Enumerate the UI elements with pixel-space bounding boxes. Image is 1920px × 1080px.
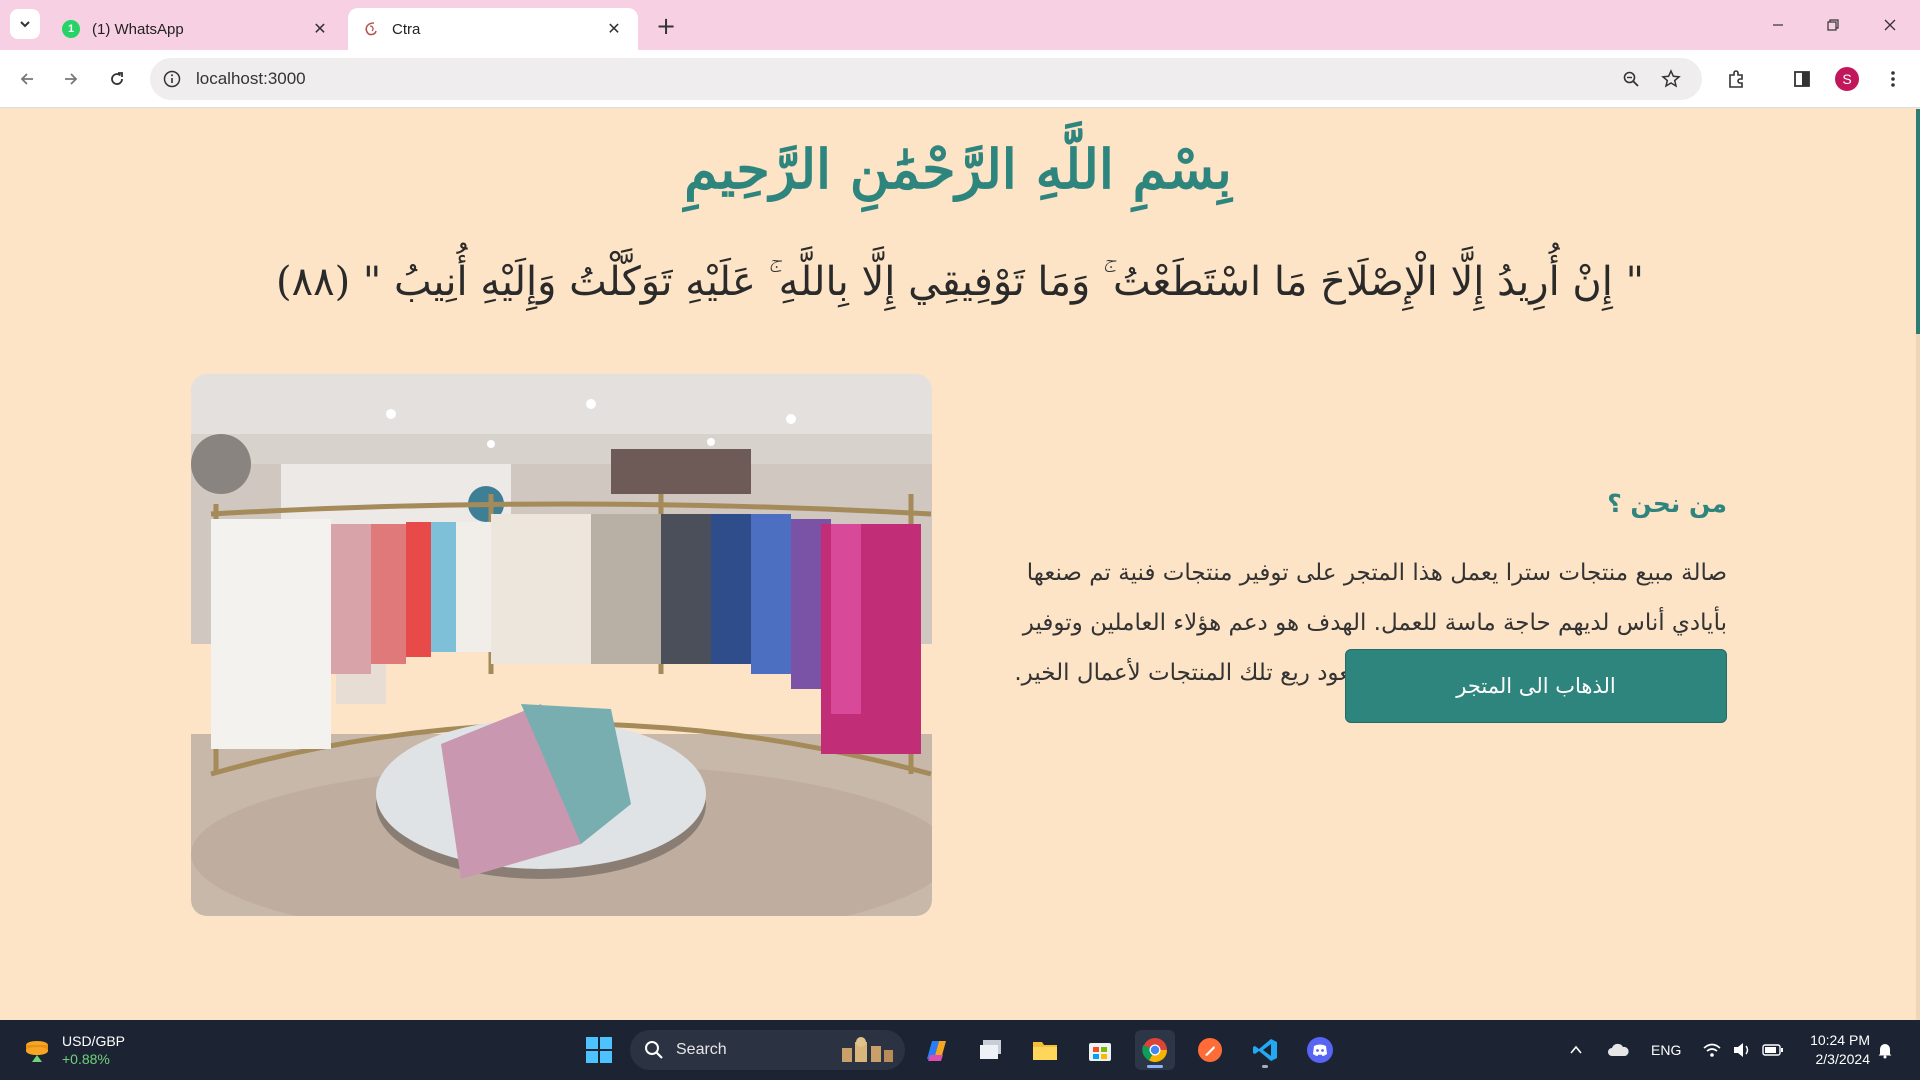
taskbar-app-vscode[interactable] (1245, 1030, 1285, 1070)
ticker-change: +0.88% (62, 1051, 110, 1067)
close-tab-icon[interactable]: ✕ (604, 19, 624, 39)
running-indicator (1262, 1065, 1268, 1068)
tab-title: (1) WhatsApp (92, 20, 184, 38)
active-indicator (1147, 1065, 1163, 1068)
forward-button[interactable] (56, 64, 86, 94)
minimize-icon (1773, 24, 1783, 26)
minimize-button[interactable] (1760, 10, 1796, 40)
tab-title: Ctra (392, 20, 421, 38)
taskbar-app-discord[interactable] (1300, 1030, 1340, 1070)
whatsapp-icon: 1 (62, 20, 80, 38)
taskbar-app-chrome[interactable] (1135, 1030, 1175, 1070)
tab-strip: 1 (1) WhatsApp ✕ Ctra ✕ + (0, 0, 1920, 50)
puzzle-icon (1729, 70, 1743, 88)
show-hidden-icons[interactable] (1568, 1020, 1584, 1080)
site-logo-icon (365, 22, 377, 36)
basmala-heading: بِسْمِ اللَّهِ الرَّحْمَٰنِ الرَّحِيمِ (684, 137, 1232, 201)
battery-icon[interactable] (1762, 1020, 1784, 1080)
new-tab-button[interactable]: + (652, 12, 680, 40)
folder-icon (1033, 1042, 1057, 1060)
task-view-icon (980, 1040, 1001, 1059)
taskbar-app-postman[interactable] (1190, 1030, 1230, 1070)
zoom-icon[interactable] (1620, 68, 1642, 90)
page-content: بِسْمِ اللَّهِ الرَّحْمَٰنِ الرَّحِيمِ "… (0, 109, 1916, 1020)
go-to-store-button[interactable]: الذهاب الى المتجر (1345, 649, 1727, 723)
menu-button[interactable] (1878, 64, 1908, 94)
close-window-button[interactable] (1872, 10, 1908, 40)
onedrive-icon[interactable] (1606, 1020, 1630, 1080)
start-button[interactable] (579, 1030, 619, 1070)
side-panel-icon (1794, 71, 1810, 87)
taskbar-app-copilot[interactable] (916, 1030, 956, 1070)
tab-ctra[interactable]: Ctra ✕ (348, 8, 638, 50)
side-panel-button[interactable] (1787, 64, 1817, 94)
store-icon (1089, 1043, 1111, 1061)
clock-time: 10:24 PM (1810, 1032, 1870, 1048)
chevron-down-icon (20, 21, 30, 28)
site-info-icon[interactable] (162, 69, 182, 89)
volume-icon[interactable] (1732, 1020, 1752, 1080)
taskbar: USD/GBP +0.88% Search ENG 10:24 PM 2/3/2… (0, 1020, 1920, 1080)
windows-logo-icon (586, 1037, 612, 1063)
taskbar-search[interactable]: Search (630, 1030, 905, 1070)
wifi-icon[interactable] (1702, 1020, 1722, 1080)
language-indicator[interactable]: ENG (1651, 1020, 1681, 1080)
clock-date: 2/3/2024 (1815, 1051, 1871, 1067)
bookmark-star-icon[interactable] (1660, 68, 1682, 90)
scrollbar-thumb[interactable] (1916, 109, 1920, 334)
arrow-right-icon (65, 73, 78, 85)
browser-toolbar: localhost:3000 S (0, 50, 1920, 108)
search-highlight-icon (842, 1037, 893, 1062)
notifications-bell-icon[interactable] (1876, 1020, 1894, 1080)
extensions-button[interactable] (1721, 64, 1751, 94)
page-scrollbar[interactable] (1916, 109, 1920, 1020)
clock[interactable]: 10:24 PM 2/3/2024 (1800, 1031, 1870, 1069)
taskbar-app-file-explorer[interactable] (1025, 1030, 1065, 1070)
reload-button[interactable] (102, 64, 132, 94)
postman-icon (1198, 1038, 1222, 1062)
taskbar-app-store[interactable] (1080, 1030, 1120, 1070)
tab-whatsapp[interactable]: 1 (1) WhatsApp ✕ (48, 8, 344, 50)
discord-icon (1307, 1037, 1333, 1063)
ticker-name: USD/GBP (62, 1033, 126, 1049)
copilot-icon (927, 1041, 946, 1061)
arrow-left-icon (20, 73, 33, 85)
store-photo (191, 374, 932, 916)
close-icon (1884, 19, 1896, 31)
vscode-icon (1253, 1039, 1277, 1061)
chevron-up-icon (1570, 1045, 1582, 1054)
search-icon (645, 1041, 663, 1059)
tab-search-button[interactable] (10, 9, 40, 39)
chrome-icon (1142, 1038, 1167, 1063)
more-vert-icon (1891, 71, 1895, 87)
close-tab-icon[interactable]: ✕ (310, 19, 330, 39)
restore-icon (1827, 19, 1839, 31)
address-bar[interactable]: localhost:3000 (150, 58, 1702, 100)
ticker-widget[interactable]: USD/GBP +0.88% (22, 1032, 125, 1068)
url-text[interactable]: localhost:3000 (196, 69, 306, 89)
currency-coins-icon (26, 1041, 48, 1062)
quran-verse: " إِنْ أُرِيدُ إِلَّا الْإِصْلَاحَ مَا ا… (276, 259, 1644, 305)
restore-button[interactable] (1815, 10, 1851, 40)
reload-icon (111, 72, 123, 85)
search-label: Search (676, 1041, 727, 1058)
taskbar-app-task-view[interactable] (971, 1030, 1011, 1070)
profile-avatar[interactable]: S (1835, 67, 1859, 91)
about-title: من نحن ؟ (1607, 489, 1727, 518)
back-button[interactable] (12, 64, 42, 94)
